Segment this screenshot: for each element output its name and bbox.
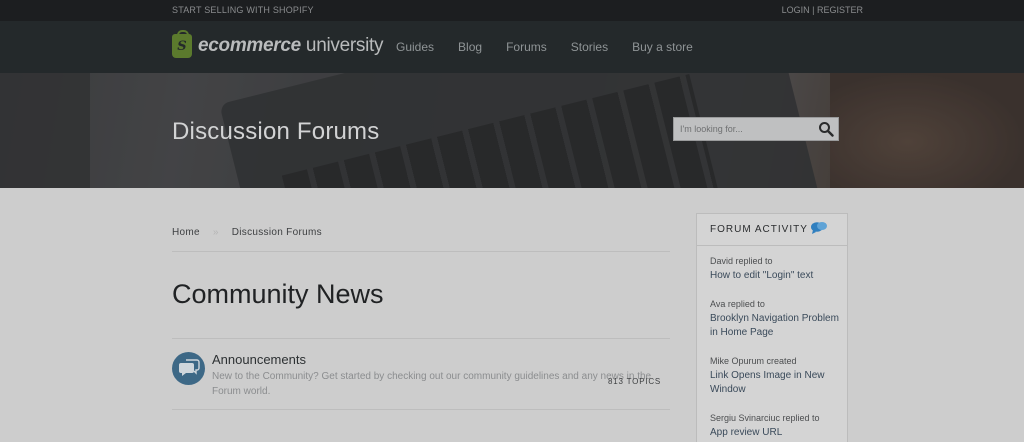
nav-blog[interactable]: Blog <box>458 40 482 54</box>
activity-item: Sergiu Svinarciuc replied to App review … <box>710 411 840 440</box>
activity-thread-link[interactable]: Link Opens Image in New Window <box>710 369 840 398</box>
logo-wordmark: ecommerce university <box>198 35 383 57</box>
page-title: Community News <box>172 279 384 309</box>
logo-word-ecommerce: ecommerce <box>198 35 301 56</box>
nav-guides[interactable]: Guides <box>396 40 434 54</box>
activity-author: Mike Opurum created <box>710 356 797 366</box>
activity-thread-link[interactable]: Brooklyn Navigation Problem in Home Page <box>710 312 840 341</box>
start-selling-link[interactable]: START SELLING WITH SHOPIFY <box>172 5 314 15</box>
activity-thread-link[interactable]: How to edit "Login" text <box>710 269 840 284</box>
logo-word-university: university <box>305 35 384 56</box>
activity-item: Ava replied to Brooklyn Navigation Probl… <box>710 297 840 341</box>
divider <box>172 251 670 252</box>
search-input[interactable] <box>674 118 814 140</box>
search-icon[interactable] <box>818 121 834 137</box>
activity-author: Sergiu Svinarciuc replied to <box>710 413 820 423</box>
logo-bag-letter: S <box>177 38 187 54</box>
breadcrumb-current: Discussion Forums <box>231 227 322 238</box>
activity-author: Ava replied to <box>710 299 765 309</box>
forum-activity-heading: FORUM ACTIVITY <box>710 222 828 235</box>
activity-item: Mike Opurum created Link Opens Image in … <box>710 354 840 398</box>
login-link[interactable]: LOGIN <box>782 5 810 15</box>
topic-title[interactable]: Announcements <box>212 352 306 367</box>
breadcrumb: Home » Discussion Forums <box>172 227 322 238</box>
divider <box>172 338 670 339</box>
topic-row-announcements[interactable]: Announcements New to the Community? Get … <box>172 352 670 402</box>
account-divider: | <box>812 5 815 15</box>
shopping-bag-icon: S <box>172 30 192 58</box>
register-link[interactable]: REGISTER <box>817 5 863 15</box>
main-content: Home » Discussion Forums Community News … <box>0 188 1024 442</box>
main-nav: S ecommerce university Guides Blog Forum… <box>0 21 1024 73</box>
divider <box>697 245 847 246</box>
hero-banner: Discussion Forums <box>0 73 1024 188</box>
divider <box>172 409 670 410</box>
topic-count: 813 TOPICS <box>608 377 662 386</box>
nav-forums[interactable]: Forums <box>506 40 547 54</box>
account-links: LOGIN | REGISTER <box>782 5 863 15</box>
forum-activity-panel: FORUM ACTIVITY David replied to How to e… <box>696 213 848 442</box>
breadcrumb-home[interactable]: Home <box>172 227 200 238</box>
activity-item: David replied to How to edit "Login" tex… <box>710 254 840 283</box>
top-bar: START SELLING WITH SHOPIFY LOGIN | REGIS… <box>0 0 1024 21</box>
chat-bubbles-icon <box>172 352 205 385</box>
activity-author: David replied to <box>710 256 773 266</box>
activity-thread-link[interactable]: App review URL <box>710 426 840 441</box>
forum-activity-title: FORUM ACTIVITY <box>710 223 808 235</box>
nav-links: Guides Blog Forums Stories Buy a store <box>396 40 717 54</box>
search-box <box>673 117 839 141</box>
nav-stories[interactable]: Stories <box>571 40 608 54</box>
site-logo[interactable]: S ecommerce university <box>172 30 383 60</box>
hero-overlay <box>0 73 1024 188</box>
breadcrumb-separator: » <box>212 227 219 238</box>
nav-buy-a-store[interactable]: Buy a store <box>632 40 693 54</box>
topic-description: New to the Community? Get started by che… <box>212 371 652 397</box>
speech-bubbles-icon <box>810 222 827 234</box>
hero-title: Discussion Forums <box>172 118 380 145</box>
